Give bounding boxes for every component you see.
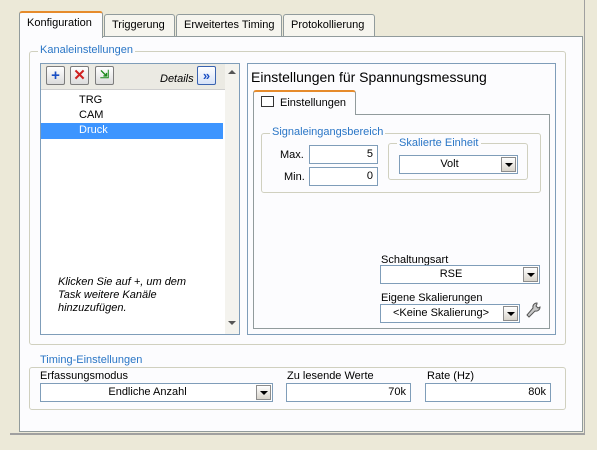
min-label: Min. [284, 171, 305, 183]
signal-range-title: Signaleingangsbereich [270, 126, 386, 138]
channel-item-cam[interactable]: CAM [79, 109, 103, 121]
rate-input[interactable]: 80k [425, 383, 551, 402]
scaled-unit-value: Volt [440, 158, 459, 170]
custom-scaling-select[interactable]: <Keine Skalierung> [380, 304, 520, 323]
scroll-up-arrow[interactable] [228, 70, 236, 74]
tab-einstellungen-label: Einstellungen [280, 97, 347, 109]
remove-channel-button[interactable]: ✕ [70, 66, 89, 85]
wrench-icon[interactable] [524, 301, 542, 321]
wiring-select[interactable]: RSE [380, 265, 540, 284]
sort-channels-button[interactable]: ⇲ [95, 66, 114, 85]
acquisition-mode-select[interactable]: Endliche Anzahl [40, 383, 273, 402]
samples-input[interactable]: 70k [286, 383, 411, 402]
channel-settings-title: Kanaleinstellungen [38, 44, 135, 56]
details-toggle-button[interactable]: » [197, 66, 216, 85]
channel-item-trg[interactable]: TRG [79, 94, 102, 106]
acquisition-mode-label: Erfassungsmodus [40, 370, 129, 382]
chevron-down-icon[interactable] [256, 385, 271, 400]
add-channel-hint: Klicken Sie auf +, um dem Task weitere K… [58, 276, 187, 314]
rate-label: Rate (Hz) [427, 370, 475, 382]
chevron-down-icon[interactable] [501, 157, 516, 172]
max-label: Max. [280, 149, 304, 161]
min-input[interactable]: 0 [309, 167, 378, 186]
scaled-unit-title: Skalierte Einheit [397, 137, 481, 149]
details-label: Details [160, 73, 194, 85]
max-input[interactable]: 5 [309, 145, 378, 164]
channel-item-druck[interactable]: Druck [41, 123, 223, 139]
chevron-down-icon[interactable] [523, 267, 538, 282]
tab-einstellungen[interactable]: Einstellungen [253, 90, 356, 115]
settings-icon [261, 96, 274, 107]
custom-scaling-label: Eigene Skalierungen [381, 292, 483, 304]
custom-scaling-value: <Keine Skalierung> [392, 307, 489, 319]
channel-list-scrollbar[interactable] [225, 64, 239, 334]
timing-title: Timing-Einstellungen [38, 354, 145, 366]
samples-label: Zu lesende Werte [287, 370, 374, 382]
add-channel-button[interactable]: + [46, 66, 65, 85]
settings-heading: Einstellungen für Spannungsmessung [251, 69, 487, 85]
scroll-down-arrow[interactable] [228, 321, 236, 325]
acquisition-mode-value: Endliche Anzahl [108, 386, 187, 398]
scaled-unit-select[interactable]: Volt [399, 155, 518, 174]
wiring-value: RSE [439, 268, 463, 280]
chevron-down-icon[interactable] [503, 306, 518, 321]
